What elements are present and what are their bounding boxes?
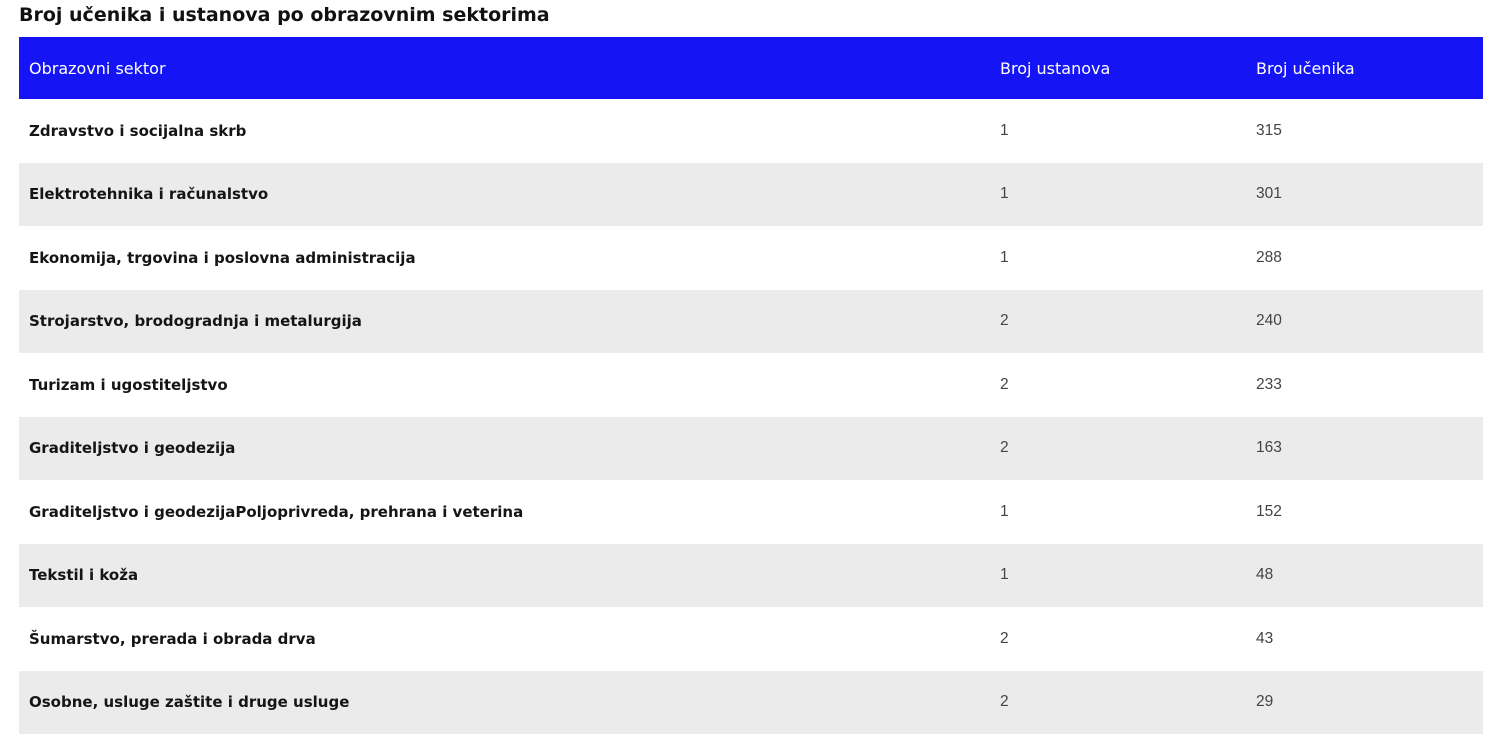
- column-header-students[interactable]: Broj učenika: [1246, 37, 1483, 99]
- institutions-cell: 1: [1000, 502, 1009, 520]
- students-cell: 240: [1256, 312, 1282, 330]
- table-body: Zdravstvo i socijalna skrb 1 315 Elektro…: [19, 99, 1483, 734]
- table-row: Zdravstvo i socijalna skrb 1 315: [19, 99, 1483, 163]
- table-row: Graditeljstvo i geodezija 2 163: [19, 416, 1483, 480]
- sector-cell: Elektrotehnika i računalstvo: [29, 185, 269, 204]
- sector-cell: Zdravstvo i socijalna skrb: [29, 121, 247, 140]
- sector-cell: Turizam i ugostiteljstvo: [29, 375, 228, 394]
- table-row: Strojarstvo, brodogradnja i metalurgija …: [19, 289, 1483, 353]
- students-cell: 43: [1256, 629, 1274, 647]
- sector-cell: Tekstil i koža: [29, 566, 139, 585]
- sectors-table: Obrazovni sektor Broj ustanova Broj učen…: [19, 37, 1483, 734]
- students-cell: 29: [1256, 693, 1274, 711]
- institutions-cell: 1: [1000, 121, 1009, 139]
- students-cell: 48: [1256, 566, 1274, 584]
- column-header-sector[interactable]: Obrazovni sektor: [19, 37, 990, 99]
- students-cell: 163: [1256, 439, 1282, 457]
- students-cell: 288: [1256, 248, 1282, 266]
- institutions-cell: 1: [1000, 248, 1009, 266]
- institutions-cell: 2: [1000, 629, 1009, 647]
- sector-cell: Graditeljstvo i geodezija: [29, 439, 236, 458]
- table-row: Šumarstvo, prerada i obrada drva 2 43: [19, 607, 1483, 671]
- students-cell: 152: [1256, 502, 1282, 520]
- table-row: Graditeljstvo i geodezijaPoljoprivreda, …: [19, 480, 1483, 544]
- table-row: Tekstil i koža 1 48: [19, 543, 1483, 607]
- page: Broj učenika i ustanova po obrazovnim se…: [0, 0, 1498, 747]
- sector-cell: Strojarstvo, brodogradnja i metalurgija: [29, 312, 362, 331]
- table-row: Elektrotehnika i računalstvo 1 301: [19, 162, 1483, 226]
- students-cell: 301: [1256, 185, 1282, 203]
- sector-cell: Osobne, usluge zaštite i druge usluge: [29, 693, 350, 712]
- institutions-cell: 2: [1000, 693, 1009, 711]
- sector-cell: Ekonomija, trgovina i poslovna administr…: [29, 248, 416, 267]
- institutions-cell: 2: [1000, 312, 1009, 330]
- students-cell: 315: [1256, 121, 1282, 139]
- table-row: Osobne, usluge zaštite i druge usluge 2 …: [19, 670, 1483, 734]
- table-row: Ekonomija, trgovina i poslovna administr…: [19, 226, 1483, 290]
- sector-cell: Šumarstvo, prerada i obrada drva: [29, 629, 316, 648]
- institutions-cell: 2: [1000, 439, 1009, 457]
- students-cell: 233: [1256, 375, 1282, 393]
- institutions-cell: 1: [1000, 185, 1009, 203]
- sector-cell: Graditeljstvo i geodezijaPoljoprivreda, …: [29, 502, 524, 521]
- institutions-cell: 2: [1000, 375, 1009, 393]
- column-header-institutions[interactable]: Broj ustanova: [990, 37, 1246, 99]
- table-header: Obrazovni sektor Broj ustanova Broj učen…: [19, 37, 1483, 99]
- institutions-cell: 1: [1000, 566, 1009, 584]
- table-header-row: Obrazovni sektor Broj ustanova Broj učen…: [19, 37, 1483, 99]
- table-row: Turizam i ugostiteljstvo 2 233: [19, 353, 1483, 417]
- page-title: Broj učenika i ustanova po obrazovnim se…: [19, 4, 550, 26]
